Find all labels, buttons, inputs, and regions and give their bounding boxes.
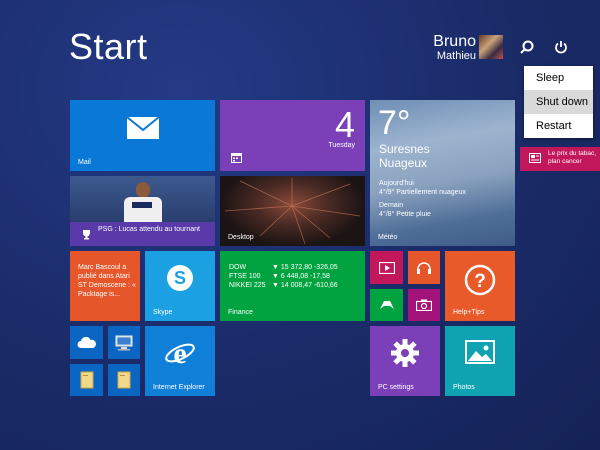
tile-label: Internet Explorer <box>153 384 205 391</box>
finance-row-value: ▼ 15 372,80 -326,05 <box>272 264 338 271</box>
camera-icon <box>408 289 440 321</box>
tile-label: Finance <box>228 309 253 316</box>
start-title: Start <box>69 26 148 67</box>
tile-label: PC settings <box>378 384 414 391</box>
tile-mail[interactable]: Mail <box>70 100 215 171</box>
tile-label: Météo <box>378 234 398 241</box>
tile-news[interactable]: Le prix du tabac, plan cancer <box>520 147 600 171</box>
tile-label: Desktop <box>228 234 254 241</box>
weather-today-label: Aujourd'hui <box>379 180 414 187</box>
tile-desktop[interactable]: Desktop <box>220 176 365 246</box>
tile-video[interactable] <box>370 251 403 284</box>
finance-row-name: NIKKEI 225 <box>229 282 266 289</box>
svg-text:e: e <box>173 337 186 370</box>
help-icon: ? <box>463 263 497 297</box>
tile-music[interactable] <box>408 251 440 284</box>
gamepad-icon <box>370 289 403 321</box>
tile-photos[interactable]: Photos <box>445 326 515 396</box>
cloud-icon <box>70 326 103 359</box>
tile-pc-settings[interactable]: PC settings <box>370 326 440 396</box>
avatar[interactable] <box>479 35 503 59</box>
tile-skype[interactable]: S Skype <box>145 251 215 321</box>
skype-icon: S <box>165 263 195 293</box>
tile-label: Skype <box>153 309 173 316</box>
user-first-name: Bruno <box>433 33 476 50</box>
headphones-icon <box>408 251 440 284</box>
tile-calendar[interactable]: 4 Tuesday <box>220 100 365 171</box>
power-menu: Sleep Shut down Restart <box>524 66 593 138</box>
tile-label: Mail <box>78 159 91 166</box>
search-icon[interactable] <box>516 36 538 58</box>
tile-sports[interactable]: PSG : Lucas attendu au tournant <box>70 176 215 246</box>
finance-row-name: DOW <box>229 264 247 271</box>
tile-finance[interactable]: DOW ▼ 15 372,80 -326,05 FTSE 100 ▼ 6 448… <box>220 251 365 321</box>
finance-row-name: FTSE 100 <box>229 273 261 280</box>
folder-icon <box>108 364 140 396</box>
tile-weather[interactable]: 7° Suresnes Nuageux Aujourd'hui 4°/9° Pa… <box>370 100 515 246</box>
mail-icon <box>125 114 161 142</box>
video-icon <box>370 251 403 284</box>
weather-temp: 7° <box>378 104 411 142</box>
trophy-icon <box>80 228 92 240</box>
weather-condition: Nuageux <box>379 156 428 170</box>
menu-item-sleep[interactable]: Sleep <box>524 66 593 90</box>
tile-label: Help+Tips <box>453 309 485 316</box>
weather-today: 4°/9° Partiellement nuageux <box>379 189 466 196</box>
finance-row-value: ▼ 14 008,47 -610,66 <box>272 282 338 289</box>
tile-label: Photos <box>453 384 475 391</box>
tile-file-explorer[interactable] <box>70 364 103 396</box>
tile-people[interactable]: Marc Bascoul a publié dans Atari ST Demo… <box>70 251 140 321</box>
internet-explorer-icon: e <box>163 336 197 370</box>
user-last-name: Mathieu <box>436 50 476 62</box>
svg-text:?: ? <box>474 271 486 292</box>
tile-internet-explorer[interactable]: e Internet Explorer <box>145 326 215 396</box>
weather-city: Suresnes <box>379 142 430 156</box>
sports-photo <box>122 182 162 225</box>
power-icon[interactable] <box>550 36 572 58</box>
gear-icon <box>388 336 422 370</box>
calendar-day: 4 <box>334 104 355 145</box>
weather-tomorrow: 4°/8° Petite pluie <box>379 211 431 218</box>
calendar-weekday: Tuesday <box>328 142 355 149</box>
tile-onedrive[interactable] <box>70 326 103 359</box>
sports-headline: PSG : Lucas attendu au tournant <box>98 226 200 233</box>
news-headline: Le prix du tabac, plan cancer <box>548 150 597 165</box>
computer-icon <box>108 326 140 359</box>
news-icon <box>529 153 541 163</box>
finance-row-value: ▼ 6 448,08 -17,58 <box>272 273 330 280</box>
menu-item-restart[interactable]: Restart <box>524 114 593 138</box>
tile-camera[interactable] <box>408 289 440 321</box>
tile-help-tips[interactable]: ? Help+Tips <box>445 251 515 321</box>
weather-tomorrow-label: Demain <box>379 202 404 209</box>
menu-item-shut-down[interactable]: Shut down <box>524 90 593 114</box>
tile-computer[interactable] <box>108 326 140 359</box>
svg-text:S: S <box>174 268 186 288</box>
calendar-icon <box>230 153 242 163</box>
tile-games[interactable] <box>370 289 403 321</box>
user-account[interactable]: Bruno Mathieu <box>433 33 476 63</box>
people-update: Marc Bascoul a publié dans Atari ST Demo… <box>78 264 136 298</box>
photos-icon <box>463 338 497 366</box>
tile-documents[interactable] <box>108 364 140 396</box>
folder-icon <box>70 364 103 396</box>
